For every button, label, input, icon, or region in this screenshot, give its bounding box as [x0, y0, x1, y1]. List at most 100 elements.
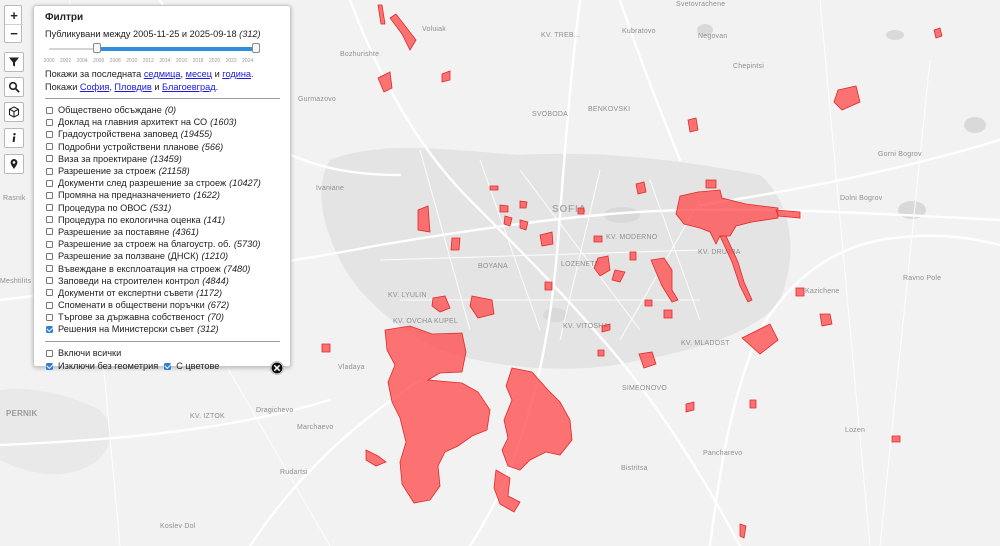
year-tick-label: 2024 — [242, 58, 254, 64]
category-checkbox[interactable] — [46, 118, 53, 126]
label-pernik: PERNIK — [6, 409, 37, 418]
divider — [45, 98, 280, 99]
quick-period-prefix: Покажи за последната — [45, 69, 142, 79]
filter-button[interactable] — [4, 52, 24, 72]
slider-handle-from[interactable] — [92, 43, 101, 53]
link-month[interactable]: месец — [186, 69, 212, 79]
category-label: Споменати в обществени поръчки — [58, 300, 205, 311]
link-plovdiv[interactable]: Пловдив — [114, 82, 151, 92]
category-item[interactable]: Виза за проектиране (13459) — [45, 153, 280, 165]
parcel-c-10 — [577, 207, 585, 215]
zoom-control: + − — [4, 5, 23, 43]
category-checkbox[interactable] — [46, 216, 53, 224]
category-checkbox[interactable] — [46, 179, 53, 187]
exclude-no-geometry-label: Изключи без геометрия — [58, 361, 159, 372]
category-item[interactable]: Заповеди на строителен контрол (4844) — [45, 275, 280, 287]
category-item[interactable]: Търгове за държавна собственост (70) — [45, 311, 280, 323]
category-checkbox[interactable] — [46, 130, 53, 138]
divider — [45, 340, 280, 342]
category-checkbox[interactable] — [46, 240, 53, 248]
with-colors-checkbox[interactable] — [164, 362, 172, 370]
category-item[interactable]: Подробни устройствени планове (566) — [45, 141, 280, 153]
include-all-checkbox[interactable] — [46, 349, 53, 357]
category-item[interactable]: Разрешение за поставяне (4361) — [45, 226, 280, 238]
category-checkbox[interactable] — [46, 265, 53, 273]
category-checkbox[interactable] — [46, 289, 53, 297]
category-item[interactable]: Решения на Министерски съвет (312) — [45, 323, 280, 335]
category-checkbox[interactable] — [46, 204, 53, 212]
category-item[interactable]: Документи от експертни съвети (1172) — [45, 287, 280, 299]
link-sofia[interactable]: София — [80, 82, 109, 92]
category-count: (1172) — [196, 287, 223, 298]
category-count: (19455) — [180, 129, 213, 140]
category-item[interactable]: Разрешение за строеж на благоустр. об. (5… — [45, 238, 280, 250]
quick-period-links: Покажи за последната седмица, месец и го… — [45, 69, 254, 79]
category-item[interactable]: Разрешение за ползване (ДНСК) (1210) — [45, 250, 280, 262]
category-item[interactable]: Градоустройствена заповед (19455) — [45, 128, 280, 140]
zoom-in-button[interactable]: + — [5, 6, 23, 24]
parcel-west-3 — [417, 205, 431, 233]
category-checkbox[interactable] — [46, 191, 53, 199]
slider-year-ticks: 2000 2002 2004 2006 2008 2010 2012 2014 2016 2018… — [43, 55, 256, 67]
year-tick-label: 2006 — [93, 58, 105, 64]
search-button[interactable] — [4, 77, 24, 97]
category-item[interactable]: Процедура по ОВОС (531) — [45, 202, 280, 214]
year-tick-label: 2018 — [192, 58, 204, 64]
include-all-option[interactable]: Включи всички — [45, 347, 280, 360]
quick-city-links: Покажи София, Пловдив и Благоевград. — [45, 82, 219, 92]
link-blagoevgrad[interactable]: Благоевград — [162, 82, 216, 92]
cube-icon — [8, 106, 20, 118]
year-tick-label: 2000 — [43, 58, 55, 64]
label-ravno-pole: Ravno Pole — [903, 275, 941, 282]
parcel-s-1 — [685, 401, 695, 413]
category-item[interactable]: Доклад на главния архитект на СО (1603) — [45, 116, 280, 128]
label-meshtilitsa: Meshtilits — [0, 278, 31, 285]
category-label: Документи след разрешение за строеж — [58, 178, 227, 189]
category-checkbox[interactable] — [46, 277, 53, 285]
category-label: Доклад на главния архитект на СО — [58, 117, 208, 128]
category-checkbox[interactable] — [46, 155, 53, 163]
parcel-c-12 — [629, 251, 637, 261]
category-checkbox[interactable] — [46, 106, 53, 114]
category-checkbox[interactable] — [46, 325, 53, 333]
parcel-c-3 — [519, 200, 528, 209]
category-label: Градоустройствена заповед — [58, 129, 178, 140]
close-panel-button[interactable] — [270, 361, 284, 375]
category-checkbox[interactable] — [46, 143, 53, 151]
year-tick-label: 2010 — [126, 58, 138, 64]
parcel-c-6 — [593, 235, 603, 243]
category-item[interactable]: Документи след разрешение за строеж (1042… — [45, 177, 280, 189]
parcel-s-3 — [321, 343, 331, 353]
category-checkbox[interactable] — [46, 313, 53, 321]
parcel-east-top — [705, 179, 717, 189]
label-kv-ovcha-kupel: KV. OVCHA KUPEL — [393, 318, 458, 325]
label-boyana: BOYANA — [478, 263, 508, 270]
year-tick-label: 2014 — [159, 58, 171, 64]
category-item[interactable]: Промяна на предназначението (1622) — [45, 189, 280, 201]
year-tick-label: 2022 — [225, 58, 237, 64]
category-checkbox[interactable] — [46, 228, 53, 236]
category-item[interactable]: Въвеждане в експлоатация на строеж (7480) — [45, 262, 280, 274]
link-week[interactable]: седмица — [144, 69, 181, 79]
category-item[interactable]: Процедура по екологична оценка (141) — [45, 214, 280, 226]
date-range-slider[interactable] — [49, 43, 260, 55]
category-label: Решения на Министерски съвет — [58, 324, 195, 335]
zoom-out-button[interactable]: − — [5, 24, 23, 42]
category-item[interactable]: Обществено обсъждане (0) — [45, 104, 280, 116]
label-simeonovo: SIMEONOVO — [622, 385, 667, 392]
category-checkbox[interactable] — [46, 167, 53, 175]
layers-button[interactable] — [4, 102, 24, 122]
category-item[interactable]: Разрешение за строеж (21158) — [45, 165, 280, 177]
category-label: Подробни устройствени планове — [58, 141, 199, 152]
link-year[interactable]: година — [222, 69, 251, 79]
year-tick-label: 2016 — [175, 58, 188, 64]
quick-period-dot: . — [251, 69, 254, 79]
category-checkbox[interactable] — [46, 252, 53, 260]
exclude-no-geometry-checkbox[interactable] — [46, 362, 53, 370]
category-checkbox[interactable] — [46, 301, 53, 309]
location-button[interactable] — [4, 154, 24, 174]
date-range-prefix: Публикувани между — [45, 29, 131, 39]
info-button[interactable] — [4, 128, 24, 148]
category-item[interactable]: Споменати в обществени поръчки (672) — [45, 299, 280, 311]
slider-handle-to[interactable] — [252, 43, 260, 53]
